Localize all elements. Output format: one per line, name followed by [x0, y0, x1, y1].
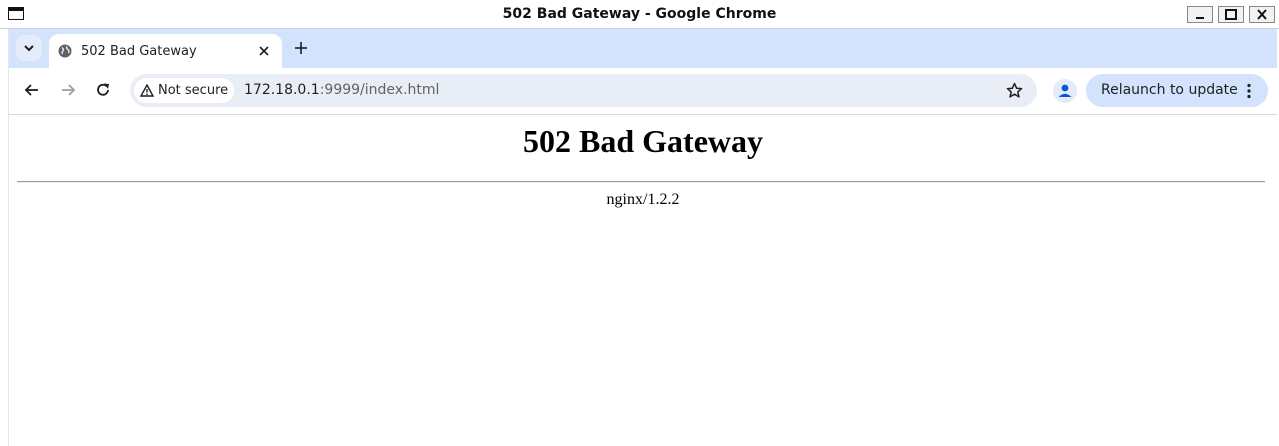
reload-icon[interactable] — [94, 81, 112, 99]
address-bar[interactable]: Not secure 172.18.0.1:9999/index.html — [130, 74, 1037, 107]
browser-toolbar: Not secure 172.18.0.1:9999/index.html Re… — [9, 68, 1277, 115]
minimize-icon — [1196, 17, 1204, 19]
tab-strip: 502 Bad Gateway — [9, 29, 1277, 68]
relaunch-to-update-button[interactable]: Relaunch to update — [1086, 74, 1268, 107]
warning-triangle-icon — [140, 84, 154, 97]
minimize-button[interactable] — [1187, 6, 1213, 23]
relaunch-label: Relaunch to update — [1101, 82, 1238, 98]
globe-icon — [58, 44, 72, 58]
window-titlebar: 502 Bad Gateway - Google Chrome — [0, 0, 1279, 29]
window-title: 502 Bad Gateway - Google Chrome — [502, 6, 777, 22]
page-heading: 502 Bad Gateway — [523, 123, 763, 159]
back-arrow-icon[interactable] — [23, 81, 41, 99]
security-chip[interactable]: Not secure — [134, 78, 234, 103]
tab-title: 502 Bad Gateway — [81, 44, 197, 59]
tab-active[interactable]: 502 Bad Gateway — [49, 34, 282, 68]
tab-search-button[interactable] — [16, 35, 42, 61]
server-version: nginx/1.2.2 — [606, 191, 680, 208]
security-label: Not secure — [158, 83, 229, 98]
profile-avatar-button[interactable] — [1053, 79, 1077, 103]
new-tab-plus-icon[interactable] — [293, 40, 309, 56]
horizontal-rule — [17, 181, 1265, 183]
forward-arrow-icon[interactable] — [59, 81, 77, 99]
maximize-icon — [1225, 9, 1237, 20]
url-path: :9999/index.html — [319, 82, 440, 98]
person-icon — [1058, 84, 1072, 97]
close-window-button[interactable] — [1249, 6, 1275, 23]
close-icon — [1257, 9, 1267, 20]
url-host: 172.18.0.1 — [244, 82, 320, 98]
window-left-border — [0, 29, 9, 446]
tab-close-icon[interactable] — [258, 45, 270, 57]
maximize-button[interactable] — [1218, 6, 1244, 23]
page-content: 502 Bad Gateway nginx/1.2.2 — [9, 115, 1277, 446]
chevron-down-icon — [24, 45, 34, 52]
url-text[interactable]: 172.18.0.1:9999/index.html — [244, 82, 439, 98]
more-vertical-icon[interactable] — [1246, 83, 1252, 99]
bookmark-star-icon[interactable] — [1006, 82, 1023, 99]
